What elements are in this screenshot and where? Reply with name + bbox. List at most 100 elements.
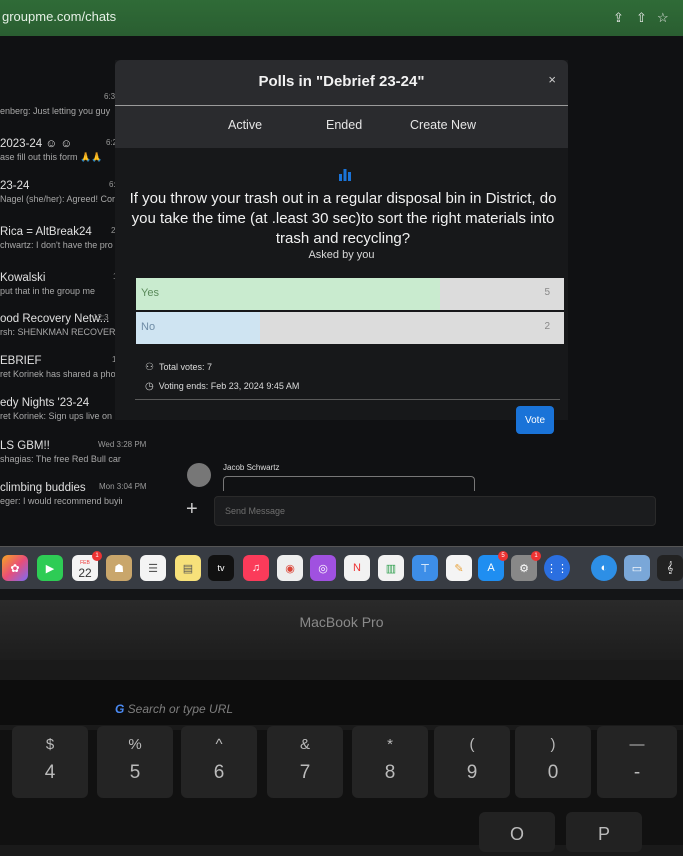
calendar-day: 22 [78,566,92,580]
launchpad-icon[interactable]: ⋮⋮ [544,555,570,581]
key-shift-label: ( [469,736,475,753]
key-8[interactable]: * 8 [352,726,428,798]
avatar[interactable] [187,463,211,487]
voting-ends-text: Voting ends: Feb 23, 2024 9:45 AM [158,381,300,391]
settings-icon[interactable]: ⚙ 1 [511,551,541,581]
key-5[interactable]: % 5 [97,726,173,798]
chat-name: EBRIEF [0,355,42,367]
notes-icon[interactable]: ▤ [175,555,201,581]
piano-icon[interactable]: 𝄞 [657,555,683,581]
star-icon[interactable]: ☆ [657,10,669,26]
poll-option-yes[interactable]: Yes 5 [136,278,564,310]
chat-list-item[interactable]: 2023-24 ☺ ☺ ase fill out this form 🙏🙏 6:2 [0,138,125,178]
key-label: 8 [384,762,396,783]
key-9[interactable]: (9 [434,726,510,798]
facetime-icon[interactable]: ▶ [37,555,63,581]
key-7[interactable]: & 7 [267,726,343,798]
message-author: Jacob Schwartz [223,463,280,472]
vote-button[interactable]: Vote [516,406,554,434]
apple-tv-icon[interactable]: tv [208,555,234,581]
keynote-icon[interactable]: ⊤ [412,555,438,581]
macos-dock: ✿ ▶ FEB 22 1 ☗ ☰ ▤ tv ♫ ◉ ◎ N ▥ ⊤ ✎ A5 ⚙… [0,546,683,589]
add-attachment-button[interactable]: + [186,498,198,521]
chat-list-item[interactable]: ood Recovery Netw... rsh: SHENKMAN RECOVE… [0,313,125,353]
key-shift-label: % [128,736,142,753]
chat-list-item[interactable]: edy Nights '23-24 ret Korinek: Sign ups l… [0,397,128,437]
chat-preview: enberg: Just letting you guy [0,106,111,116]
calendar-icon[interactable]: FEB 22 1 [72,551,102,581]
key--[interactable]: — - [597,726,677,798]
chat-preview: ret Korinek has shared a photo [0,369,122,379]
chat-preview: chwartz: I don't have the pro [0,240,113,250]
app-store-badge: 5 [498,551,508,561]
chat-list-item[interactable]: Rica = AltBreak24 chwartz: I don't have t… [0,226,125,266]
tab-create-new[interactable]: Create New [410,118,476,132]
poll-asked-by: Asked by you [308,249,375,261]
screen: groupme.com/chats ⇪ ⇧ ☆ enberg: Just let… [0,0,683,600]
contacts-icon[interactable]: ☗ [106,555,132,581]
people-icon: ⚇ [145,362,154,373]
tv-label: tv [217,563,225,573]
numbers-icon[interactable]: ▥ [378,555,404,581]
voting-ends: ◷ Voting ends: Feb 23, 2024 9:45 AM [145,381,299,392]
touchbar-search[interactable]: G Search or type URL [115,702,233,716]
chat-list-item[interactable]: EBRIEFret Korinek has shared a photo12:1 [0,355,128,395]
clock-icon: ◷ [145,381,154,392]
music-icon[interactable]: ♫ [243,555,269,581]
key-label: 9 [466,762,478,783]
key-label: 6 [213,762,225,783]
upload-icon[interactable]: ⇧ [636,10,647,26]
poll-option-label: Yes [141,287,159,299]
chat-preview: ase fill out this form 🙏🙏 [0,152,103,162]
poll-option-fill [136,278,440,310]
chat-name: 2023-24 ☺ ☺ [0,138,73,150]
chat-name: LS GBM!! [0,440,50,452]
chat-list-item[interactable]: LS GBM!! shagias: The free Red Bull car i… [0,440,146,480]
settings-badge: 1 [531,551,541,561]
chat-name: edy Nights '23-24 [0,397,90,409]
chat-preview: eger: I would recommend buying a... [0,496,122,506]
close-icon[interactable]: × [548,72,556,87]
key-0[interactable]: ) 0 [515,726,591,798]
news-icon[interactable]: N [344,555,370,581]
chat-list-item[interactable]: 23-24Nagel (she/her): Agreed! Cor6:1 [0,180,125,220]
preview-icon[interactable]: ▭ [624,555,650,581]
chat-name: Rica = AltBreak24 [0,226,92,238]
tab-active[interactable]: Active [228,118,262,132]
key-shift-label: $ [45,736,55,753]
key-o[interactable]: O [479,812,555,852]
laptop-label: MacBook Pro [299,614,384,630]
chat-time: 12:3 [93,313,109,322]
chat-list-item[interactable]: enberg: Just letting you guy 6:3 [0,92,125,132]
chat-list-item[interactable]: Kowalskiput that in the group me1: [0,272,125,312]
poll-option-count: 2 [544,321,550,332]
modal-header: Polls in "Debrief 23-24" × Active Ended … [115,60,568,148]
chat-time: Wed 3:28 PM [98,440,147,449]
key-shift-label: * [387,736,393,753]
app-store-icon[interactable]: A5 [478,551,508,581]
key-shift-label: ^ [215,736,223,753]
key-label: - [633,762,641,783]
key-label: 5 [129,762,141,783]
key-6[interactable]: ^ 6 [181,726,257,798]
tab-ended[interactable]: Ended [326,118,362,132]
poll-option-count: 5 [544,287,550,298]
podcasts-icon[interactable]: ◎ [310,555,336,581]
browser-toolbar: groupme.com/chats ⇪ ⇧ ☆ [0,0,683,37]
chrome-icon[interactable]: ◉ [277,555,303,581]
poll-option-no[interactable]: No 2 [136,312,564,344]
pages-icon[interactable]: ✎ [446,555,472,581]
key-4[interactable]: $4 [12,726,88,798]
calendar-badge: 1 [92,551,102,561]
url-address[interactable]: groupme.com/chats [2,9,116,24]
loading-icon[interactable]: ◐ [591,555,617,581]
chat-name: 23-24 [0,180,30,192]
reminders-icon[interactable]: ☰ [140,555,166,581]
photos-icon[interactable]: ✿ [2,555,28,581]
chat-list-item[interactable]: climbing buddies eger: I would recommend … [0,482,147,522]
total-votes-text: Total votes: 7 [158,362,212,372]
key-p[interactable]: P [566,812,642,852]
share-icon[interactable]: ⇪ [613,10,624,26]
chat-preview: rsh: SHENKMAN RECOVERY [0,327,122,337]
message-input[interactable] [214,496,656,526]
